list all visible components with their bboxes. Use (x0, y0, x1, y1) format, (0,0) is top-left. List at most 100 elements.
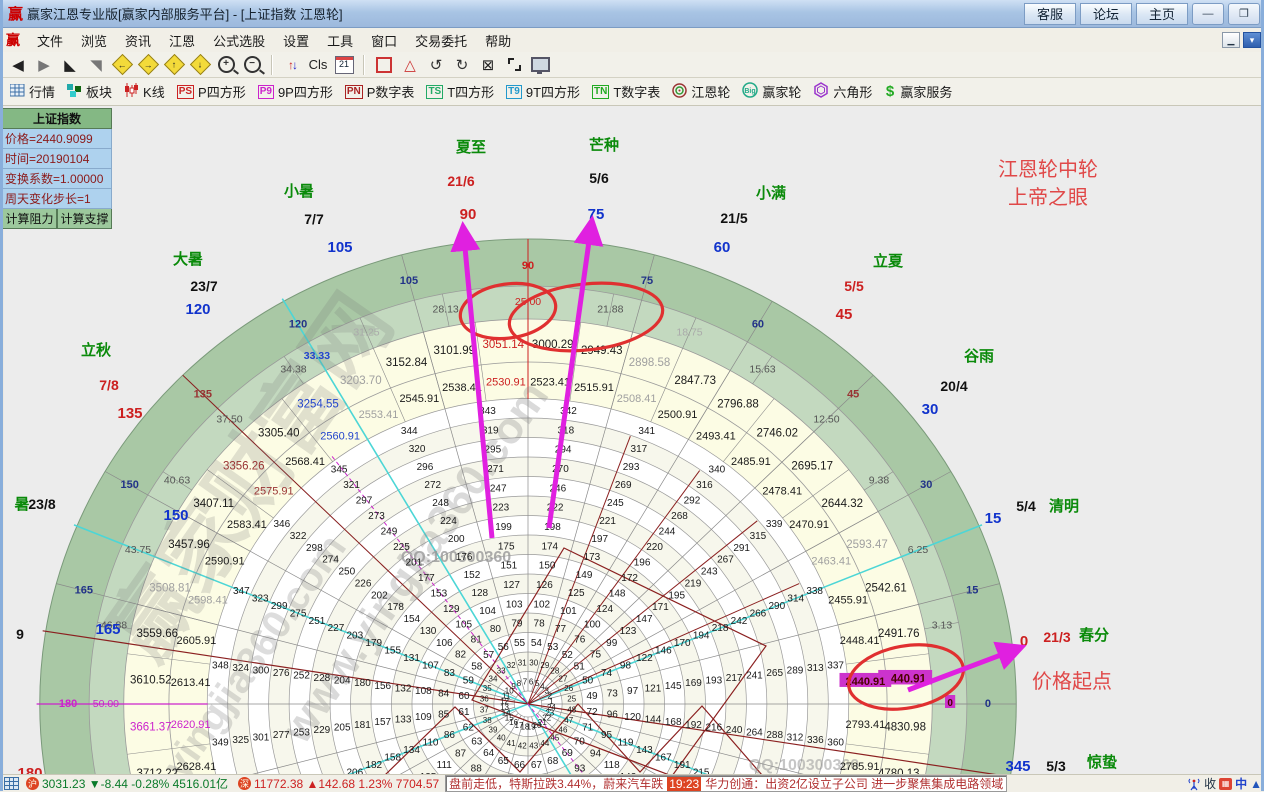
cls-button[interactable]: Cls (306, 54, 330, 76)
restore-button[interactable]: ❐ (1228, 3, 1260, 25)
diamond-up-button[interactable]: ↑ (162, 54, 186, 76)
news-item-right: 华力创通：出资2亿设立子公司 进一步聚焦集成电路领域 (705, 775, 1003, 792)
menu-item-8[interactable]: 交易委托 (406, 32, 476, 51)
back-button[interactable]: ◀ (6, 54, 30, 76)
svg-text:146: 146 (655, 646, 672, 657)
calc-support-button[interactable]: 计算支撑 (57, 209, 112, 229)
svg-text:66: 66 (514, 760, 526, 771)
fit-center-button[interactable] (502, 54, 526, 76)
rotate-cw-button[interactable]: ↻ (450, 54, 474, 76)
tool-icon[interactable]: ▦ (1219, 778, 1232, 790)
svg-text:28.13: 28.13 (433, 304, 459, 316)
svg-text:109: 109 (415, 712, 432, 723)
toolbar-行情-button[interactable]: 行情 (8, 82, 61, 101)
svg-text:50: 50 (582, 675, 594, 686)
menu-item-0[interactable]: 文件 (28, 32, 72, 51)
toolbar-江恩轮-button[interactable]: 江恩轮 (670, 82, 736, 101)
svg-text:94: 94 (590, 748, 602, 759)
menu-item-4[interactable]: 公式选股 (204, 32, 274, 51)
toolbar-板块-button[interactable]: 板块 (65, 82, 118, 101)
mdi-minimize-button[interactable]: ▁ (1222, 32, 1240, 48)
square-tool-button[interactable] (372, 54, 396, 76)
receive-indicator[interactable]: 收 (1204, 775, 1216, 792)
toolbar-六角形-button[interactable]: 六角形 (811, 82, 878, 101)
triangle-tool-button[interactable]: △ (398, 54, 422, 76)
svg-text:296: 296 (417, 462, 434, 473)
svg-text:180: 180 (354, 678, 371, 689)
svg-text:2575.91: 2575.91 (254, 486, 294, 498)
solar-term-label: 大暑 (173, 250, 203, 268)
svg-text:108: 108 (415, 686, 432, 697)
mdi-restore-button[interactable]: ▾ (1243, 32, 1261, 48)
toolbar-9T四方形-button[interactable]: T99T四方形 (504, 82, 586, 101)
zoom-out-button[interactable]: − (240, 54, 264, 76)
quote-grid-icon[interactable] (4, 777, 19, 790)
svg-text:300: 300 (253, 666, 270, 677)
calendar-button[interactable]: 21 (332, 54, 356, 76)
forward-button[interactable]: ▶ (32, 54, 56, 76)
svg-text:95: 95 (601, 730, 613, 741)
menu-item-1[interactable]: 浏览 (72, 32, 116, 51)
date-label: 5/3 (1046, 758, 1066, 774)
svg-text:41: 41 (507, 739, 516, 748)
updown-button[interactable]: ↑↓ (280, 54, 304, 76)
date-label: 5/6 (589, 170, 609, 186)
toolbar-赢家轮-button[interactable]: Big赢家轮 (740, 82, 807, 101)
toolbar-T数字表-button[interactable]: TNT数字表 (590, 82, 666, 101)
news-timestamp: 19:23 (667, 777, 701, 791)
svg-text:27: 27 (559, 674, 568, 683)
degree-label: 60 (714, 239, 731, 256)
rotate-ccw-button[interactable]: ↺ (424, 54, 448, 76)
svg-text:3051.14: 3051.14 (482, 339, 524, 351)
service-button[interactable]: 客服 (1024, 3, 1076, 25)
menu-item-3[interactable]: 江恩 (160, 32, 204, 51)
zoom-in-button[interactable]: + (214, 54, 238, 76)
svg-text:203: 203 (346, 631, 363, 642)
svg-text:100: 100 (584, 619, 601, 630)
minimize-button[interactable]: — (1192, 3, 1224, 25)
toolbar-T四方形-button[interactable]: TST四方形 (424, 82, 500, 101)
svg-text:274: 274 (322, 555, 339, 566)
instrument-info-panel: 上证指数 价格=2440.9099时间=20190104变换系数=1.00000… (2, 108, 112, 229)
svg-text:2785.91: 2785.91 (840, 761, 880, 773)
screen-button[interactable] (528, 54, 552, 76)
toolbar-item-label: 江恩轮 (691, 82, 730, 101)
svg-text:44: 44 (540, 739, 549, 748)
svg-text:15.63: 15.63 (749, 364, 775, 376)
svg-text:170: 170 (674, 638, 691, 649)
menu-item-9[interactable]: 帮助 (476, 32, 520, 51)
svg-text:35: 35 (483, 684, 492, 693)
calc-resistance-button[interactable]: 计算阻力 (2, 209, 57, 229)
forum-button[interactable]: 论坛 (1080, 3, 1132, 25)
cn-input-indicator[interactable]: 中 (1235, 775, 1247, 792)
svg-text:70: 70 (574, 736, 586, 747)
diamond-down-button[interactable]: ↓ (188, 54, 212, 76)
rotate-left-step-button[interactable]: ◣ (58, 54, 82, 76)
svg-text:192: 192 (685, 720, 702, 731)
degree-label: 45 (836, 306, 853, 323)
svg-text:37: 37 (480, 705, 489, 714)
svg-text:61: 61 (458, 707, 470, 718)
toolbar-P四方形-button[interactable]: PSP四方形 (175, 82, 252, 101)
toolbar-P数字表-button[interactable]: PNP数字表 (343, 82, 421, 101)
solar-term-label: 芒种 (589, 136, 619, 154)
rotate-right-step-button[interactable]: ◥ (84, 54, 108, 76)
gann-wheel-chart[interactable]: 赢家财富网www.yingjia360.comwww.yingjia360.co… (4, 106, 1260, 774)
menu-item-6[interactable]: 工具 (318, 32, 362, 51)
toolbar-K线-button[interactable]: K线 (122, 82, 171, 101)
menu-item-2[interactable]: 资讯 (116, 32, 160, 51)
svg-text:218: 218 (712, 623, 729, 634)
svg-text:6: 6 (529, 678, 534, 687)
delete-box-button[interactable]: ⊠ (476, 54, 500, 76)
menu-item-7[interactable]: 窗口 (362, 32, 406, 51)
svg-text:345: 345 (331, 465, 348, 476)
news-ticker[interactable]: 盘前走低，特斯拉跌3.44%，蔚来汽车跌 19:23 华力创通：出资2亿设立子公… (445, 775, 1007, 792)
diamond-left-button[interactable]: ← (110, 54, 134, 76)
diamond-right-button[interactable]: → (136, 54, 160, 76)
homepage-button[interactable]: 主页 (1136, 3, 1188, 25)
toolbar-赢家服务-button[interactable]: $赢家服务 (882, 82, 958, 101)
svg-text:40: 40 (497, 733, 506, 742)
date-label: 23/8 (28, 496, 55, 512)
menu-item-5[interactable]: 设置 (274, 32, 318, 51)
toolbar-9P四方形-button[interactable]: P99P四方形 (256, 82, 339, 101)
